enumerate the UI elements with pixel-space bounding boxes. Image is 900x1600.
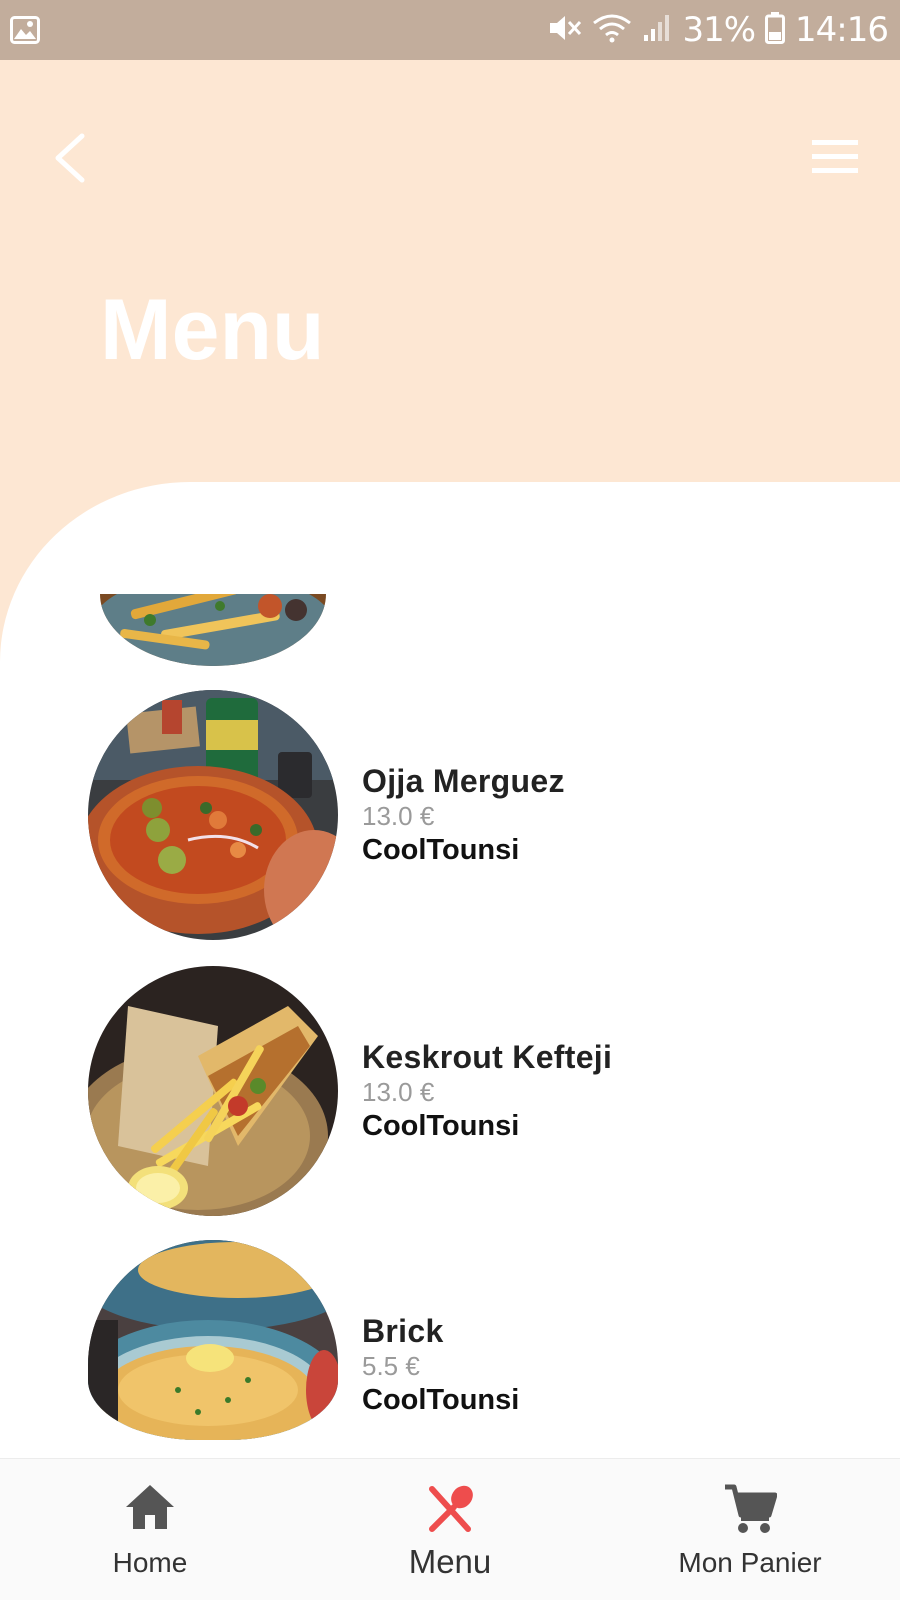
food-price: 13.0 €: [362, 1077, 435, 1107]
hamburger-icon: [812, 140, 858, 173]
fork-spoon-icon: [424, 1483, 476, 1538]
food-info: Keskrout Kefteji 13.0 € CoolTounsi: [362, 1038, 612, 1144]
food-price: 5.5 €: [362, 1351, 420, 1381]
wifi-icon: [592, 13, 632, 48]
food-image: [88, 1240, 338, 1440]
menu-item-card[interactable]: Keskrout Kefteji 13.0 € CoolTounsi: [0, 966, 900, 1216]
app-screen: 31% 14:16 Menu Ojja Merguez 13.0 € CoolT…: [0, 0, 900, 1600]
menu-list[interactable]: Ojja Merguez 13.0 € CoolTounsi Keskrout …: [0, 482, 900, 1482]
food-info: Ojja Merguez 13.0 € CoolTounsi: [362, 762, 565, 868]
battery-icon: [765, 11, 786, 49]
battery-percent: 31%: [682, 10, 756, 50]
page-title: Menu: [100, 282, 325, 378]
bottom-navigation: Home Menu Mon Panier: [0, 1458, 900, 1600]
menu-item-card[interactable]: Ojja Merguez 13.0 € CoolTounsi: [0, 690, 900, 940]
food-name: Keskrout Kefteji: [362, 1039, 613, 1075]
food-price: 13.0 €: [362, 801, 435, 831]
nav-menu-label: Menu: [408, 1543, 492, 1580]
gallery-notification-icon: [10, 16, 40, 49]
cart-icon: [723, 1483, 778, 1540]
food-restaurant: CoolTounsi: [362, 1110, 520, 1142]
back-button[interactable]: [40, 118, 104, 192]
nav-cart[interactable]: Mon Panier: [600, 1459, 900, 1600]
signal-icon: [642, 13, 672, 48]
food-info: Brick 5.5 € CoolTounsi: [362, 1312, 519, 1418]
food-restaurant: CoolTounsi: [362, 834, 520, 866]
home-icon: [124, 1483, 176, 1536]
food-image-partial[interactable]: [100, 594, 326, 666]
food-image: [88, 690, 338, 940]
hamburger-menu-button[interactable]: [808, 134, 862, 180]
food-image: [88, 966, 338, 1216]
clock: 14:16: [795, 10, 889, 50]
food-name: Ojja Merguez: [362, 763, 565, 799]
chevron-left-icon: [55, 133, 85, 183]
status-indicators: 31% 14:16: [548, 8, 889, 52]
menu-item-card[interactable]: Brick 5.5 € CoolTounsi: [0, 1240, 900, 1482]
status-bar: 31% 14:16: [0, 0, 900, 60]
nav-cart-label: Mon Panier: [678, 1547, 822, 1578]
nav-home-label: Home: [112, 1547, 188, 1578]
food-restaurant: CoolTounsi: [362, 1384, 520, 1416]
mute-icon: [548, 13, 582, 48]
nav-menu[interactable]: Menu: [300, 1459, 600, 1600]
food-name: Brick: [362, 1313, 444, 1349]
nav-home[interactable]: Home: [0, 1459, 300, 1600]
